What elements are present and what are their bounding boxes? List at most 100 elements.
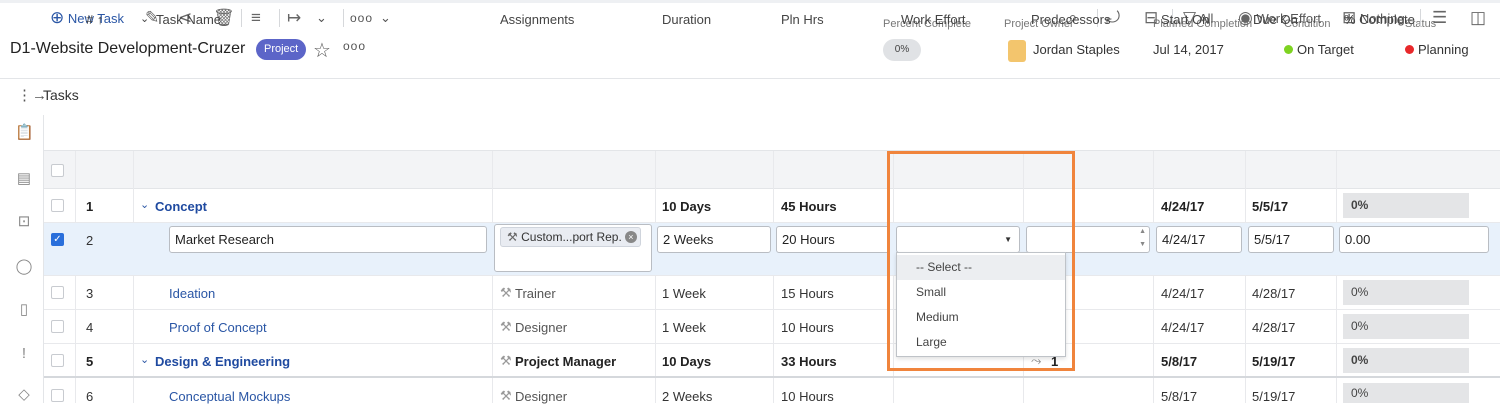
planned-hours-value: 45 Hours bbox=[781, 199, 837, 214]
duration-value: 1 Week bbox=[662, 320, 706, 335]
column-header-duration[interactable]: Duration bbox=[662, 12, 711, 27]
updates-icon[interactable]: ◇ bbox=[15, 386, 33, 404]
start-on-input[interactable]: 4/24/17 bbox=[1156, 226, 1242, 253]
remove-assignment-icon[interactable]: × bbox=[624, 231, 637, 243]
toolbar-separator bbox=[1420, 9, 1421, 27]
column-header-start-on[interactable]: Start On bbox=[1161, 12, 1209, 27]
row-checkbox[interactable] bbox=[51, 199, 64, 212]
row-number: 5 bbox=[86, 354, 94, 369]
header-divider bbox=[0, 78, 1500, 79]
due-on-input[interactable]: 5/5/17 bbox=[1248, 226, 1334, 253]
condition-dot-icon bbox=[1284, 45, 1293, 54]
row-checkbox[interactable] bbox=[51, 354, 64, 367]
due-on-value: 4/28/17 bbox=[1252, 286, 1296, 301]
status-value[interactable]: Planning bbox=[1418, 42, 1469, 57]
start-on-value: 5/8/17 bbox=[1161, 354, 1198, 369]
task-name-input[interactable]: Market Research bbox=[169, 226, 487, 253]
more-actions-icon[interactable]: ooo bbox=[350, 8, 373, 28]
favorite-star-icon[interactable]: ☆ bbox=[313, 38, 331, 63]
document-icon[interactable]: ▤ bbox=[15, 170, 33, 188]
hierarchy-icon[interactable]: ⊟ bbox=[1144, 8, 1158, 28]
start-on-value: 4/24/17 bbox=[1161, 199, 1205, 214]
assignment-value[interactable]: Project Manager bbox=[515, 354, 616, 369]
task-name-link[interactable]: Conceptual Mockups bbox=[169, 389, 290, 404]
select-all-checkbox[interactable] bbox=[51, 164, 64, 177]
start-on-value: 4/24/17 bbox=[1161, 286, 1205, 301]
condition-value[interactable]: On Target bbox=[1297, 42, 1354, 57]
assignment-value[interactable]: Designer bbox=[515, 389, 567, 404]
percent-complete-input[interactable]: 0.00 bbox=[1339, 226, 1489, 253]
percent-complete-pill: 0% bbox=[883, 39, 921, 61]
column-header-task-name[interactable]: Task Name bbox=[156, 12, 221, 27]
indent-icon[interactable]: ≡ bbox=[251, 8, 261, 28]
project-owner-name[interactable]: Jordan Staples bbox=[1033, 42, 1120, 57]
start-on-value: 5/8/17 bbox=[1161, 389, 1198, 404]
planned-hours-value: 33 Hours bbox=[781, 354, 837, 369]
row-checkbox[interactable] bbox=[51, 286, 64, 299]
chevron-down-icon[interactable]: ⌄ bbox=[316, 8, 327, 28]
row-number: 3 bbox=[86, 286, 94, 301]
column-header-assignments[interactable]: Assignments bbox=[500, 12, 574, 27]
stepper-icon[interactable]: ▲ ▼ bbox=[1139, 225, 1146, 251]
project-badge: Project bbox=[256, 39, 307, 60]
due-on-value: 5/19/17 bbox=[1252, 354, 1296, 369]
task-name-link[interactable]: Ideation bbox=[169, 286, 215, 301]
comments-icon[interactable]: ◯ bbox=[15, 258, 33, 276]
task-name-link[interactable]: Concept bbox=[155, 199, 207, 214]
move-icon[interactable]: ↦ bbox=[287, 8, 301, 28]
percent-complete-bar: 0% bbox=[1343, 383, 1469, 403]
column-header-due-on[interactable]: Due On bbox=[1253, 12, 1298, 27]
grid-header bbox=[44, 151, 1500, 189]
inbox-icon[interactable]: ⊡ bbox=[15, 213, 33, 231]
duration-input[interactable]: 2 Weeks bbox=[657, 226, 771, 253]
task-name-link[interactable]: Proof of Concept bbox=[169, 320, 267, 335]
collapse-all-chevron-icon[interactable]: ⌄ bbox=[140, 12, 149, 25]
owner-avatar[interactable] bbox=[1008, 40, 1026, 62]
grid-toolbar bbox=[44, 115, 1500, 151]
assignment-value[interactable]: Designer bbox=[515, 320, 567, 335]
column-header-predecessors[interactable]: Predecessors bbox=[1031, 12, 1110, 27]
list-view-icon[interactable]: ☰ bbox=[1432, 8, 1447, 28]
row-checkbox[interactable] bbox=[51, 320, 64, 333]
assignment-chip-label: Custom...port Rep. bbox=[521, 230, 622, 244]
column-header-planned-hours[interactable]: Pln Hrs bbox=[781, 12, 824, 27]
assignment-value[interactable]: Trainer bbox=[515, 286, 556, 301]
issues-icon[interactable]: ! bbox=[15, 345, 33, 363]
column-header-percent-complete[interactable]: % Complete bbox=[1344, 12, 1415, 27]
tasks-clipboard-icon[interactable]: 📋 bbox=[15, 124, 34, 142]
more-options-icon[interactable]: ooo bbox=[343, 39, 366, 53]
duration-value: 1 Week bbox=[662, 286, 706, 301]
status-dot-icon bbox=[1405, 45, 1414, 54]
file-icon[interactable]: ▯ bbox=[15, 301, 33, 319]
hammer-icon: ⚒ bbox=[500, 388, 512, 403]
planned-hours-value: 10 Hours bbox=[781, 389, 834, 404]
percent-complete-bar: 0% bbox=[1343, 280, 1469, 305]
duration-value: 2 Weeks bbox=[662, 389, 713, 404]
planned-hours-value: 10 Hours bbox=[781, 320, 834, 335]
row-checkbox[interactable] bbox=[51, 389, 64, 402]
toolbar-separator bbox=[241, 9, 242, 27]
column-header-number[interactable]: # ↑ bbox=[86, 12, 103, 27]
collapse-chevron-icon[interactable]: ⌄ bbox=[140, 353, 149, 366]
chevron-down-icon[interactable]: ⌄ bbox=[380, 8, 391, 28]
row-checkbox-checked[interactable]: ✓ bbox=[51, 233, 64, 246]
collapse-chevron-icon[interactable]: ⌄ bbox=[140, 198, 149, 211]
plus-circle-icon: ⊕ bbox=[50, 8, 65, 27]
column-header-work-effort[interactable]: Work Effort bbox=[901, 12, 966, 27]
task-name-link[interactable]: Design & Engineering bbox=[155, 354, 290, 369]
due-on-value: 5/19/17 bbox=[1252, 389, 1296, 404]
duration-value: 10 Days bbox=[662, 199, 712, 214]
assignment-chip[interactable]: ⚒ Custom...port Rep. × bbox=[500, 227, 641, 247]
duration-value: 10 Days bbox=[662, 354, 712, 369]
section-title: Tasks bbox=[43, 87, 79, 103]
row-number: 2 bbox=[86, 233, 94, 248]
percent-complete-bar: 0% bbox=[1343, 314, 1469, 339]
top-border bbox=[0, 0, 1500, 3]
planned-completion-value: Jul 14, 2017 bbox=[1153, 42, 1224, 57]
percent-complete-bar: 0% bbox=[1343, 193, 1469, 218]
panel-toggle-icon[interactable]: ◫ bbox=[1470, 8, 1486, 28]
eye-icon: ◉ bbox=[1238, 8, 1253, 27]
start-on-value: 4/24/17 bbox=[1161, 320, 1205, 335]
hammer-icon: ⚒ bbox=[500, 353, 512, 368]
planned-hours-input[interactable]: 20 Hours bbox=[776, 226, 890, 253]
